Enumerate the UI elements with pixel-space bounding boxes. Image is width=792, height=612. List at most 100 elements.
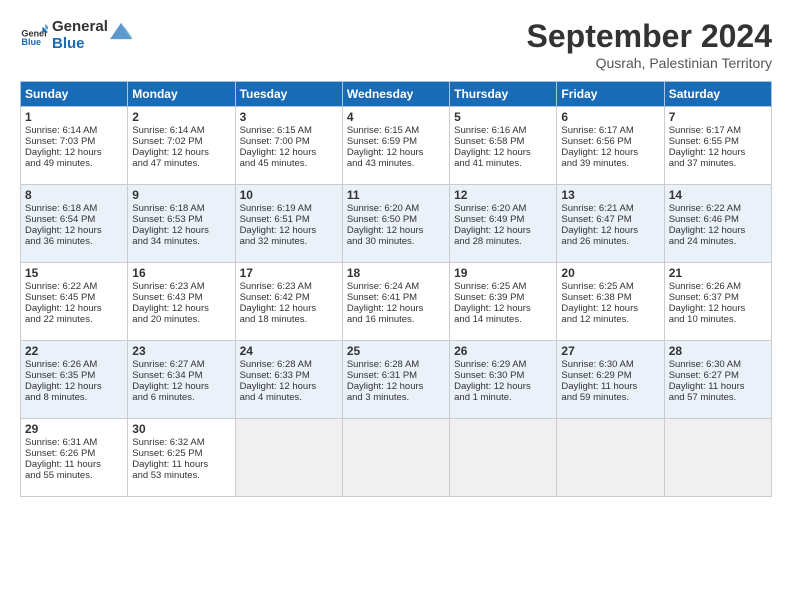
calendar-week-row: 29Sunrise: 6:31 AMSunset: 6:26 PMDayligh… [21, 419, 772, 497]
day-info-line: and 34 minutes. [132, 236, 230, 247]
day-info-line: Daylight: 12 hours [347, 303, 445, 314]
calendar-week-row: 15Sunrise: 6:22 AMSunset: 6:45 PMDayligh… [21, 263, 772, 341]
svg-text:Blue: Blue [21, 37, 41, 47]
day-number: 27 [561, 344, 659, 358]
day-info-line: Daylight: 12 hours [132, 381, 230, 392]
day-info-line: and 37 minutes. [669, 158, 767, 169]
day-info-line: Sunset: 6:50 PM [347, 214, 445, 225]
day-number: 6 [561, 110, 659, 124]
day-info-line: and 24 minutes. [669, 236, 767, 247]
day-number: 2 [132, 110, 230, 124]
day-info-line: Daylight: 12 hours [561, 303, 659, 314]
day-info-line: and 28 minutes. [454, 236, 552, 247]
calendar-day-cell: 3Sunrise: 6:15 AMSunset: 7:00 PMDaylight… [235, 107, 342, 185]
day-info-line: Sunset: 7:03 PM [25, 136, 123, 147]
day-info-line: Sunrise: 6:27 AM [132, 359, 230, 370]
calendar-week-row: 8Sunrise: 6:18 AMSunset: 6:54 PMDaylight… [21, 185, 772, 263]
day-info-line: Sunset: 6:56 PM [561, 136, 659, 147]
day-number: 15 [25, 266, 123, 280]
day-info-line: Sunrise: 6:23 AM [132, 281, 230, 292]
day-number: 13 [561, 188, 659, 202]
calendar-day-cell: 1Sunrise: 6:14 AMSunset: 7:03 PMDaylight… [21, 107, 128, 185]
day-info-line: and 53 minutes. [132, 470, 230, 481]
day-number: 21 [669, 266, 767, 280]
day-info-line: Daylight: 12 hours [25, 381, 123, 392]
day-info-line: and 43 minutes. [347, 158, 445, 169]
day-info-line: Sunset: 6:58 PM [454, 136, 552, 147]
day-info-line: and 59 minutes. [561, 392, 659, 403]
calendar-day-cell: 29Sunrise: 6:31 AMSunset: 6:26 PMDayligh… [21, 419, 128, 497]
calendar-day-cell: 26Sunrise: 6:29 AMSunset: 6:30 PMDayligh… [450, 341, 557, 419]
calendar-day-cell: 4Sunrise: 6:15 AMSunset: 6:59 PMDaylight… [342, 107, 449, 185]
day-info-line: Sunset: 6:27 PM [669, 370, 767, 381]
day-info-line: Daylight: 12 hours [347, 147, 445, 158]
day-info-line: and 22 minutes. [25, 314, 123, 325]
day-info-line: and 16 minutes. [347, 314, 445, 325]
day-info-line: and 12 minutes. [561, 314, 659, 325]
day-info-line: and 3 minutes. [347, 392, 445, 403]
calendar-day-cell [450, 419, 557, 497]
calendar-day-cell: 15Sunrise: 6:22 AMSunset: 6:45 PMDayligh… [21, 263, 128, 341]
day-info-line: Sunset: 6:41 PM [347, 292, 445, 303]
day-info-line: Daylight: 12 hours [561, 225, 659, 236]
day-info-line: Sunrise: 6:20 AM [454, 203, 552, 214]
day-info-line: Sunrise: 6:30 AM [669, 359, 767, 370]
day-info-line: Sunrise: 6:22 AM [25, 281, 123, 292]
day-info-line: Sunset: 6:42 PM [240, 292, 338, 303]
day-info-line: Sunrise: 6:23 AM [240, 281, 338, 292]
calendar-day-cell [557, 419, 664, 497]
day-info-line: and 1 minute. [454, 392, 552, 403]
day-info-line: Sunrise: 6:25 AM [454, 281, 552, 292]
logo-icon: General Blue [20, 21, 48, 49]
day-of-week-header: Saturday [664, 82, 771, 107]
calendar-day-cell: 10Sunrise: 6:19 AMSunset: 6:51 PMDayligh… [235, 185, 342, 263]
calendar-day-cell: 11Sunrise: 6:20 AMSunset: 6:50 PMDayligh… [342, 185, 449, 263]
calendar-day-cell [235, 419, 342, 497]
calendar-table: SundayMondayTuesdayWednesdayThursdayFrid… [20, 81, 772, 497]
day-info-line: and 55 minutes. [25, 470, 123, 481]
calendar-day-cell: 7Sunrise: 6:17 AMSunset: 6:55 PMDaylight… [664, 107, 771, 185]
day-info-line: Sunset: 6:55 PM [669, 136, 767, 147]
day-info-line: Sunset: 6:31 PM [347, 370, 445, 381]
calendar-day-cell: 23Sunrise: 6:27 AMSunset: 6:34 PMDayligh… [128, 341, 235, 419]
day-info-line: Sunrise: 6:22 AM [669, 203, 767, 214]
day-info-line: Daylight: 12 hours [347, 381, 445, 392]
day-info-line: Sunset: 6:53 PM [132, 214, 230, 225]
day-info-line: Sunset: 6:49 PM [454, 214, 552, 225]
day-info-line: and 57 minutes. [669, 392, 767, 403]
day-info-line: Daylight: 11 hours [561, 381, 659, 392]
day-info-line: Sunrise: 6:21 AM [561, 203, 659, 214]
day-info-line: Sunrise: 6:14 AM [132, 125, 230, 136]
calendar-day-cell: 13Sunrise: 6:21 AMSunset: 6:47 PMDayligh… [557, 185, 664, 263]
day-info-line: Sunrise: 6:31 AM [25, 437, 123, 448]
day-info-line: Sunset: 6:39 PM [454, 292, 552, 303]
day-info-line: Daylight: 12 hours [25, 225, 123, 236]
day-info-line: Sunset: 6:34 PM [132, 370, 230, 381]
day-info-line: Sunset: 6:29 PM [561, 370, 659, 381]
calendar-week-row: 1 Sunrise: 6:14 AM Sunset: 7:03 PM Daylight… [21, 107, 772, 185]
day-number: 1 [25, 110, 123, 124]
calendar-header-row: SundayMondayTuesdayWednesdayThursdayFrid… [21, 82, 772, 107]
day-info-line: and 8 minutes. [25, 392, 123, 403]
day-info-line: Daylight: 12 hours [669, 225, 767, 236]
day-info-line: and 49 minutes. [25, 158, 123, 169]
calendar-day-cell: 9Sunrise: 6:18 AMSunset: 6:53 PMDaylight… [128, 185, 235, 263]
day-info-line: Sunrise: 6:18 AM [25, 203, 123, 214]
day-info-line: Daylight: 12 hours [561, 147, 659, 158]
calendar-day-cell: 8Sunrise: 6:18 AMSunset: 6:54 PMDaylight… [21, 185, 128, 263]
day-info-line: and 36 minutes. [25, 236, 123, 247]
day-number: 5 [454, 110, 552, 124]
day-info-line: and 47 minutes. [132, 158, 230, 169]
day-info-line: and 14 minutes. [454, 314, 552, 325]
day-info-line: Sunrise: 6:18 AM [132, 203, 230, 214]
day-info-line: Daylight: 11 hours [25, 459, 123, 470]
day-info-line: Sunset: 6:46 PM [669, 214, 767, 225]
day-info-line: Sunset: 6:54 PM [25, 214, 123, 225]
day-info-line: and 32 minutes. [240, 236, 338, 247]
calendar-day-cell: 22Sunrise: 6:26 AMSunset: 6:35 PMDayligh… [21, 341, 128, 419]
day-info-line: Daylight: 12 hours [454, 147, 552, 158]
day-number: 22 [25, 344, 123, 358]
day-info-line: Sunrise: 6:17 AM [669, 125, 767, 136]
day-info-line: Sunrise: 6:28 AM [240, 359, 338, 370]
logo: General Blue General Blue [20, 18, 132, 53]
